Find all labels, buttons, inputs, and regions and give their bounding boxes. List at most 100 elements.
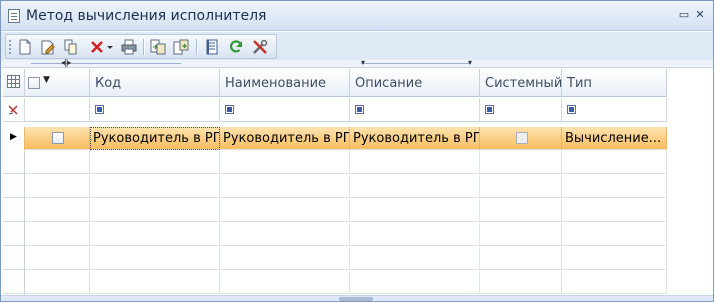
- empty-cell[interactable]: [25, 199, 90, 222]
- system-checkbox[interactable]: [516, 132, 528, 144]
- chevron-down-icon[interactable]: ▼: [43, 75, 50, 85]
- empty-cell[interactable]: [90, 151, 220, 174]
- filter-operator-icon[interactable]: [225, 105, 234, 114]
- empty-cell[interactable]: [562, 223, 667, 246]
- refresh-icon[interactable]: [227, 38, 245, 56]
- empty-cell[interactable]: [350, 175, 480, 198]
- row-select-cell[interactable]: [25, 127, 90, 150]
- settings-tools-icon[interactable]: [251, 38, 269, 56]
- delete-icon[interactable]: [88, 38, 106, 56]
- filter-cell-type[interactable]: [562, 98, 667, 122]
- ruler-marker[interactable]: ▾: [468, 58, 472, 67]
- splitter-handle[interactable]: [339, 297, 373, 301]
- title-bar: Метод вычисления исполнителя ▭ ✕: [1, 1, 713, 31]
- empty-cell[interactable]: [480, 199, 562, 222]
- filter-row: [3, 98, 667, 122]
- column-header-type[interactable]: Тип: [562, 69, 667, 97]
- empty-cell[interactable]: [562, 271, 667, 294]
- empty-cell[interactable]: [220, 247, 350, 270]
- empty-cell[interactable]: [220, 271, 350, 294]
- empty-cell[interactable]: [25, 223, 90, 246]
- column-header-name[interactable]: Наименование: [220, 69, 350, 97]
- table-row[interactable]: [3, 271, 667, 294]
- empty-cell[interactable]: [90, 199, 220, 222]
- bottom-splitter[interactable]: [1, 295, 713, 301]
- row-indicator[interactable]: ▶: [3, 127, 25, 150]
- table-row[interactable]: ▶ Руководитель в РП Руководитель в РП Ру…: [3, 127, 667, 150]
- ruler-marker[interactable]: ◂||▸: [61, 58, 71, 67]
- empty-cell[interactable]: [562, 199, 667, 222]
- empty-cell[interactable]: [350, 223, 480, 246]
- empty-cell[interactable]: [480, 151, 562, 174]
- column-header-code[interactable]: Код: [90, 69, 220, 97]
- table-row[interactable]: [3, 175, 667, 198]
- filter-operator-icon[interactable]: [485, 105, 494, 114]
- empty-cell[interactable]: [350, 199, 480, 222]
- document-icon: [8, 9, 20, 23]
- empty-cell[interactable]: [562, 151, 667, 174]
- empty-cell[interactable]: [220, 199, 350, 222]
- empty-cell[interactable]: [220, 151, 350, 174]
- empty-area: [667, 69, 713, 295]
- empty-cell[interactable]: [25, 271, 90, 294]
- export-icon[interactable]: [172, 38, 190, 56]
- cell-system[interactable]: [480, 127, 562, 150]
- cell-name[interactable]: Руководитель в РП: [220, 127, 350, 150]
- empty-cell[interactable]: [562, 175, 667, 198]
- filter-cell-select: [25, 98, 90, 122]
- empty-cell[interactable]: [25, 151, 90, 174]
- filter-operator-icon[interactable]: [95, 105, 104, 114]
- empty-cell[interactable]: [90, 247, 220, 270]
- empty-cell[interactable]: [480, 175, 562, 198]
- toolbar-separator: [196, 39, 197, 55]
- row-checkbox[interactable]: [52, 132, 64, 144]
- table-row[interactable]: [3, 199, 667, 222]
- edit-icon[interactable]: [39, 38, 57, 56]
- column-resize-ruler: ◂||▸ ▾ ▾: [1, 58, 713, 68]
- dropdown-arrow-icon[interactable]: [105, 38, 115, 56]
- empty-cell[interactable]: [220, 175, 350, 198]
- select-all-checkbox[interactable]: [28, 77, 40, 89]
- empty-cell[interactable]: [480, 271, 562, 294]
- data-grid: ▼ Код Наименование Описание Системный Ти…: [3, 69, 667, 295]
- cell-type[interactable]: Вычисление...: [562, 127, 667, 150]
- empty-cell[interactable]: [350, 247, 480, 270]
- maximize-button[interactable]: ▭: [677, 8, 691, 22]
- empty-cell[interactable]: [480, 247, 562, 270]
- empty-cell[interactable]: [220, 223, 350, 246]
- filter-cell-code[interactable]: [90, 98, 220, 122]
- empty-cell[interactable]: [25, 247, 90, 270]
- empty-cell[interactable]: [350, 271, 480, 294]
- empty-cell[interactable]: [562, 247, 667, 270]
- cell-description[interactable]: Руководитель в РП: [350, 127, 480, 150]
- ruler-marker[interactable]: ▾: [361, 58, 365, 67]
- list-icon[interactable]: [203, 38, 221, 56]
- empty-cell[interactable]: [90, 271, 220, 294]
- new-doc-icon[interactable]: [16, 38, 34, 56]
- empty-cell[interactable]: [90, 223, 220, 246]
- close-button[interactable]: ✕: [693, 8, 707, 22]
- filter-cell-name[interactable]: [220, 98, 350, 122]
- column-header-system[interactable]: Системный: [480, 69, 562, 97]
- table-row[interactable]: [3, 151, 667, 174]
- filter-clear[interactable]: [3, 98, 25, 122]
- filter-clear-icon: [8, 105, 18, 115]
- import-icon[interactable]: [149, 38, 167, 56]
- header-select-all[interactable]: ▼: [25, 69, 90, 97]
- table-row[interactable]: [3, 223, 667, 246]
- copy-icon[interactable]: [62, 38, 80, 56]
- cell-code[interactable]: Руководитель в РП: [90, 127, 220, 150]
- table-row[interactable]: [3, 247, 667, 270]
- empty-cell[interactable]: [90, 175, 220, 198]
- toolbar-grip[interactable]: [9, 40, 11, 54]
- empty-cell[interactable]: [25, 175, 90, 198]
- column-chooser-button[interactable]: [3, 69, 25, 97]
- empty-cell[interactable]: [480, 223, 562, 246]
- filter-operator-icon[interactable]: [355, 105, 364, 114]
- filter-operator-icon[interactable]: [567, 105, 576, 114]
- filter-cell-description[interactable]: [350, 98, 480, 122]
- empty-cell[interactable]: [350, 151, 480, 174]
- print-icon[interactable]: [120, 38, 138, 56]
- filter-cell-system[interactable]: [480, 98, 562, 122]
- column-header-description[interactable]: Описание: [350, 69, 480, 97]
